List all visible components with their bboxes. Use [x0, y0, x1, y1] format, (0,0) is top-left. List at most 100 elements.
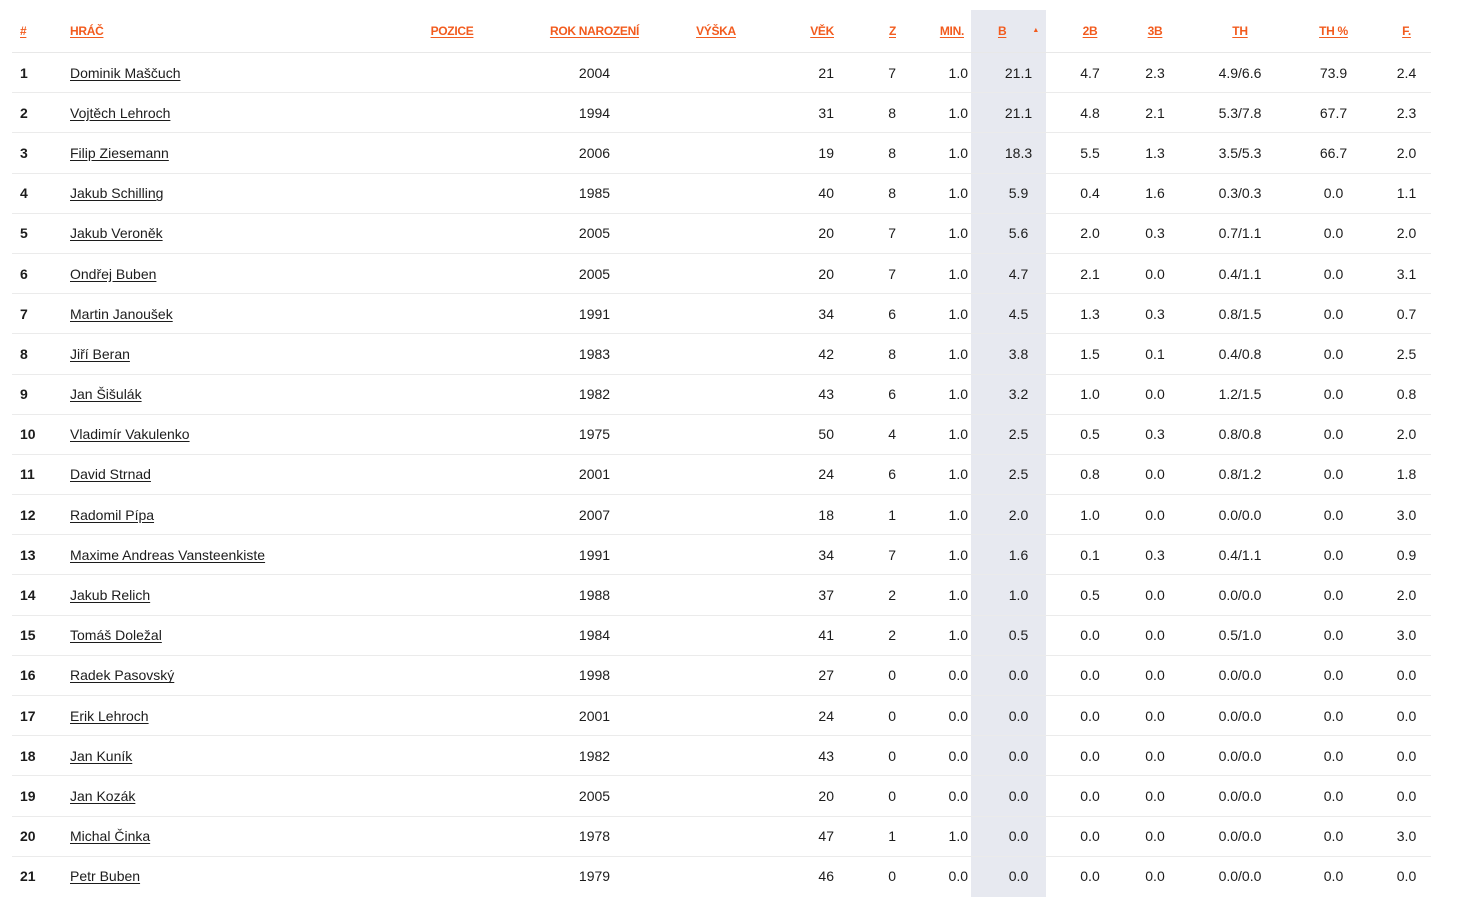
- header-rank[interactable]: #: [12, 10, 70, 53]
- cell-three-pointers: 0.0: [1115, 816, 1195, 857]
- player-link[interactable]: Ondřej Buben: [70, 266, 156, 282]
- cell-fouls: 2.0: [1382, 574, 1431, 616]
- cell-points: 21.1: [972, 52, 1065, 94]
- table-row: 20 Michal Činka 1978 47 1 1.0 0.0 0.0 0.0 0.0/0.0…: [12, 816, 1431, 857]
- cell-free-throws: 0.8/0.8: [1195, 414, 1285, 455]
- header-three-pointers[interactable]: 3B: [1115, 10, 1195, 53]
- cell-height: [682, 735, 750, 777]
- cell-two-pointers: 0.0: [1065, 816, 1115, 857]
- cell-three-pointers: 0.3: [1115, 293, 1195, 335]
- cell-fouls: 0.0: [1396, 868, 1417, 885]
- cell-rank: 21: [20, 868, 36, 885]
- player-link[interactable]: Filip Ziesemann: [70, 145, 169, 161]
- cell-player-name: Jan Kozák: [70, 775, 397, 817]
- cell-height: [682, 333, 750, 375]
- header-free-throw-pct[interactable]: TH %: [1285, 10, 1382, 53]
- cell-rank: 13: [12, 534, 70, 576]
- cell-position: [397, 414, 507, 455]
- cell-free-throws: 0.3/0.3: [1195, 173, 1285, 214]
- cell-free-throws: 0.4/1.1: [1195, 534, 1285, 576]
- cell-two-pointers: 2.0: [1065, 213, 1115, 254]
- cell-height: [682, 655, 750, 697]
- table-row: 19 Jan Kozák 2005 20 0 0.0 0.0 0.0 0.0 0.0/0.0 0.0…: [12, 775, 1431, 817]
- player-link[interactable]: Jakub Schilling: [70, 185, 163, 201]
- cell-age: 27: [750, 655, 852, 697]
- cell-player-name: Dominik Maščuch: [70, 52, 397, 94]
- cell-points: 18.3: [972, 132, 1065, 174]
- cell-height: [682, 92, 750, 134]
- cell-games: 7: [852, 52, 902, 94]
- player-link[interactable]: Jan Kozák: [70, 788, 135, 804]
- header-birth-year[interactable]: ROK NAROZENÍ: [507, 10, 682, 53]
- player-link[interactable]: Jakub Veroněk: [70, 225, 163, 241]
- player-link[interactable]: Jiří Beran: [70, 346, 130, 362]
- cell-free-throw-pct: 0.0: [1285, 574, 1382, 616]
- cell-age: 21: [750, 52, 852, 94]
- cell-games: 1: [852, 816, 902, 857]
- cell-games: 0: [888, 868, 896, 885]
- header-two-pointers[interactable]: 2B: [1065, 10, 1115, 53]
- cell-points: 3.8: [972, 333, 1065, 375]
- cell-free-throw-pct: 0.0: [1285, 213, 1382, 254]
- header-fouls[interactable]: F.: [1382, 10, 1431, 53]
- cell-height: [682, 454, 750, 496]
- cell-rank: 18: [12, 735, 70, 777]
- cell-free-throws: 5.3/7.8: [1195, 92, 1285, 134]
- cell-fouls: 0.0: [1382, 735, 1431, 777]
- cell-points: 5.6: [972, 213, 1065, 254]
- header-age[interactable]: VĚK: [750, 10, 852, 53]
- cell-birth-year: 1975: [507, 414, 682, 455]
- cell-player-name: Radek Pasovský: [70, 655, 397, 697]
- table-row: 10 Vladimír Vakulenko 1975 50 4 1.0 2.5 0.5 0.3 0…: [12, 414, 1431, 455]
- cell-free-throw-pct: 0.0: [1285, 695, 1382, 737]
- cell-fouls: 1.8: [1382, 454, 1431, 496]
- cell-position: [397, 173, 507, 214]
- player-link[interactable]: Petr Buben: [70, 868, 140, 884]
- cell-height: [682, 494, 750, 536]
- player-link[interactable]: Radomil Pípa: [70, 507, 154, 523]
- header-free-throws[interactable]: TH: [1195, 10, 1285, 53]
- cell-games: 6: [852, 454, 902, 496]
- cell-three-pointers: 1.3: [1115, 132, 1195, 174]
- player-link[interactable]: David Strnad: [70, 466, 151, 482]
- cell-two-pointers: 2.1: [1065, 253, 1115, 295]
- cell-points: 0.0: [972, 655, 1065, 697]
- header-games[interactable]: Z: [852, 10, 902, 53]
- cell-points: 0.0: [972, 735, 1065, 777]
- cell-two-pointers: 0.4: [1065, 173, 1115, 214]
- player-link[interactable]: Vladimír Vakulenko: [70, 426, 190, 442]
- cell-three-pointers: 0.3: [1115, 534, 1195, 576]
- cell-three-pointers: 0.0: [1145, 868, 1165, 885]
- player-link[interactable]: Radek Pasovský: [70, 667, 174, 683]
- header-height[interactable]: VÝŠKA: [682, 10, 750, 53]
- cell-two-pointers: 0.0: [1065, 615, 1115, 656]
- player-link[interactable]: Martin Janoušek: [70, 306, 173, 322]
- cell-minutes: 1.0: [902, 816, 972, 857]
- cell-fouls: 2.4: [1382, 52, 1431, 94]
- header-points[interactable]: B ▲: [972, 10, 1065, 53]
- player-link[interactable]: Vojtěch Lehroch: [70, 105, 170, 121]
- cell-birth-year: 1991: [507, 293, 682, 335]
- cell-age: 24: [750, 695, 852, 737]
- cell-three-pointers: 0.0: [1115, 735, 1195, 777]
- player-link[interactable]: Dominik Maščuch: [70, 65, 180, 81]
- player-link[interactable]: Maxime Andreas Vansteenkiste: [70, 547, 265, 563]
- cell-rank: 10: [12, 414, 70, 455]
- cell-three-pointers: 0.0: [1115, 775, 1195, 817]
- player-link[interactable]: Jan Kuník: [70, 748, 132, 764]
- player-link[interactable]: Erik Lehroch: [70, 708, 149, 724]
- cell-games: 4: [852, 414, 902, 455]
- cell-points: 3.2: [972, 374, 1065, 415]
- player-link[interactable]: Jan Šišulák: [70, 386, 142, 402]
- player-link[interactable]: Tomáš Doležal: [70, 627, 162, 643]
- cell-age: 50: [750, 414, 852, 455]
- cell-height: [682, 213, 750, 254]
- cell-age: 40: [750, 173, 852, 214]
- cell-height: [682, 414, 750, 455]
- cell-player-name: Ondřej Buben: [70, 253, 397, 295]
- header-player[interactable]: HRÁČ: [70, 10, 397, 53]
- player-link[interactable]: Jakub Relich: [70, 587, 150, 603]
- header-minutes[interactable]: MIN.: [902, 10, 972, 53]
- player-link[interactable]: Michal Činka: [70, 828, 150, 844]
- header-position[interactable]: POZICE: [397, 10, 507, 53]
